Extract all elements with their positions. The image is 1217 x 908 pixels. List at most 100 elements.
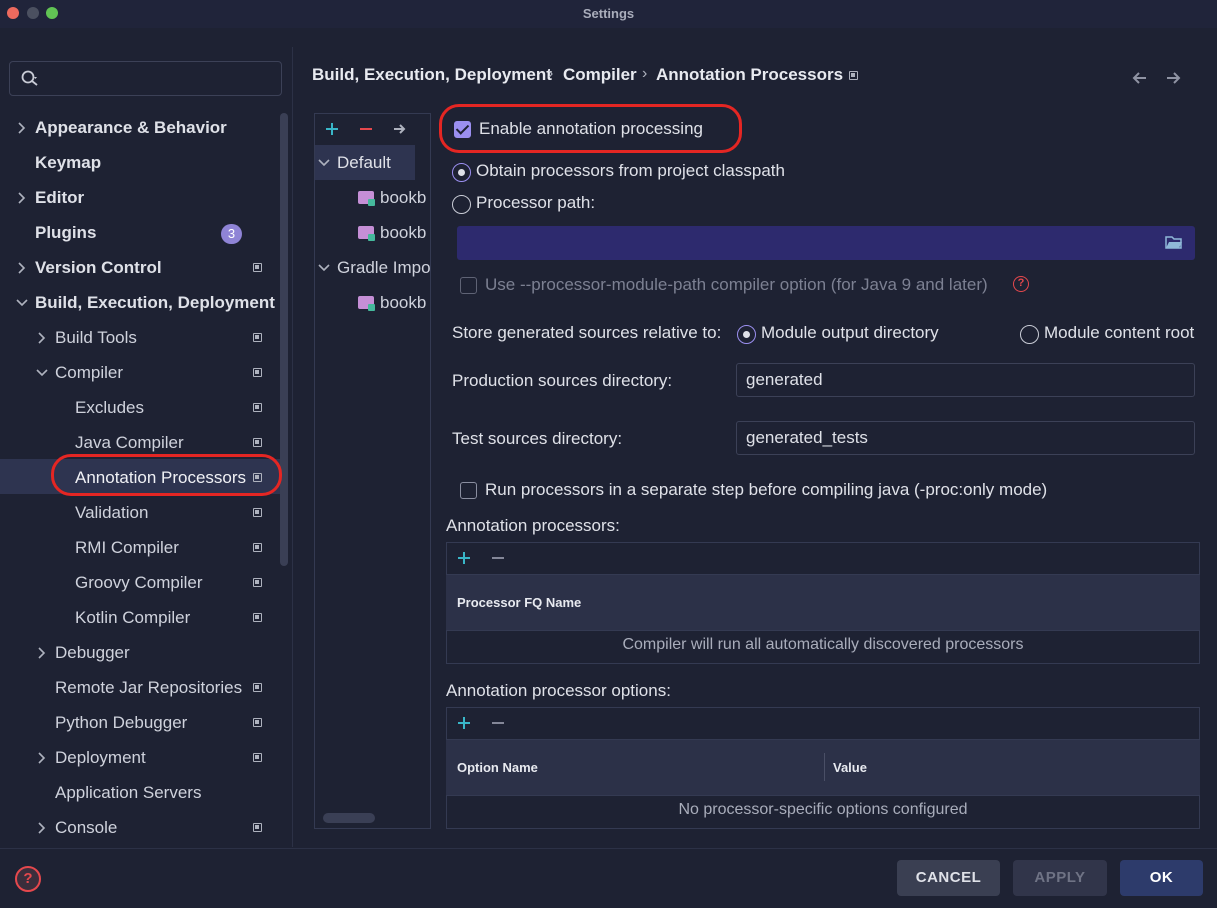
chevron-down-icon [318, 159, 330, 167]
remove-icon[interactable] [490, 550, 506, 566]
apply-button[interactable]: APPLY [1013, 860, 1107, 896]
sidebar-item-kotlin-compiler[interactable]: Kotlin Compiler [0, 600, 280, 635]
module-content-radio[interactable] [1020, 325, 1039, 344]
obtain-classpath-radio[interactable] [452, 163, 471, 182]
sidebar-item-console[interactable]: Console [0, 810, 280, 845]
page-title: Annotation Processors [656, 65, 844, 84]
processors-table-title: Annotation processors: [446, 516, 620, 535]
option-value-column[interactable]: Value [833, 760, 867, 775]
use-module-path-checkbox[interactable] [460, 277, 477, 294]
chevron-right-icon [38, 647, 46, 659]
module-tree-label: Gradle Impo [337, 258, 431, 277]
plugins-update-badge: 3 [221, 224, 242, 244]
search-input[interactable] [9, 61, 282, 96]
sidebar-item-build[interactable]: Build, Execution, Deployment [0, 285, 280, 320]
module-tree-label: bookb [380, 188, 427, 207]
module-tree-gradle[interactable]: Gradle Impo [314, 251, 431, 285]
sidebar-item-label: Debugger [55, 642, 130, 662]
module-folder-icon [358, 191, 375, 206]
add-icon[interactable] [324, 121, 340, 137]
module-tree-label: Default [337, 153, 391, 172]
sidebar-divider [292, 47, 293, 847]
module-folder-icon [358, 296, 375, 311]
forward-arrow-icon[interactable] [1165, 70, 1181, 86]
help-button[interactable]: ? [15, 866, 41, 892]
module-tree-item[interactable]: bookb [314, 216, 431, 250]
sidebar-item-label: Groovy Compiler [75, 572, 203, 592]
separate-step-checkbox[interactable] [460, 482, 477, 499]
sidebar-item-editor[interactable]: Editor [0, 180, 280, 215]
ok-button[interactable]: OK [1120, 860, 1203, 896]
chevron-right-icon [18, 122, 26, 134]
project-scope-icon [253, 438, 262, 447]
sidebar-item-debugger[interactable]: Debugger [0, 635, 280, 670]
sidebar-item-label: Appearance & Behavior [35, 117, 227, 137]
cancel-button[interactable]: CANCEL [897, 860, 1000, 896]
production-dir-label: Production sources directory: [452, 371, 673, 390]
use-module-path-label: Use --processor-module-path compiler opt… [485, 275, 988, 294]
sidebar-item-app-servers[interactable]: Application Servers [0, 775, 280, 810]
footer-divider [0, 848, 1217, 849]
sidebar-item-label: Console [55, 817, 118, 837]
sidebar-item-label: Plugins [35, 222, 97, 242]
folder-open-icon[interactable] [1165, 235, 1183, 250]
sidebar-item-compiler[interactable]: Compiler [0, 355, 280, 390]
sidebar-item-build-tools[interactable]: Build Tools [0, 320, 280, 355]
enable-annotation-label: Enable annotation processing [479, 119, 703, 138]
sidebar-item-keymap[interactable]: Keymap [0, 145, 280, 180]
remove-icon[interactable] [358, 121, 374, 137]
chevron-right-icon [18, 192, 26, 204]
sidebar-item-label: Application Servers [55, 782, 202, 802]
sidebar-item-excludes[interactable]: Excludes [0, 390, 280, 425]
module-tree-label: bookb [380, 223, 427, 242]
help-icon[interactable]: ? [1013, 276, 1029, 292]
module-tree-item[interactable]: bookb [314, 181, 431, 215]
add-icon[interactable] [456, 550, 472, 566]
chevron-down-icon [318, 264, 330, 272]
production-dir-input[interactable]: generated [736, 363, 1195, 397]
enable-annotation-checkbox[interactable] [454, 121, 471, 138]
add-icon[interactable] [456, 715, 472, 731]
processors-empty-text: Compiler will run all automatically disc… [622, 636, 1024, 653]
sidebar-item-version-control[interactable]: Version Control [0, 250, 280, 285]
separate-step-label: Run processors in a separate step before… [485, 480, 1048, 499]
module-output-radio[interactable] [737, 325, 756, 344]
project-scope-icon [253, 263, 262, 272]
module-output-label: Module output directory [761, 323, 939, 342]
sidebar-item-remote-jar[interactable]: Remote Jar Repositories [0, 670, 280, 705]
module-tree-scrollbar[interactable] [323, 813, 375, 823]
chevron-down-icon [16, 299, 28, 307]
sidebar-item-groovy-compiler[interactable]: Groovy Compiler [0, 565, 280, 600]
test-dir-input[interactable]: generated_tests [736, 421, 1195, 455]
options-table-header [446, 739, 1200, 796]
project-scope-icon [849, 71, 858, 80]
module-tree-default[interactable]: Default [314, 146, 431, 180]
sidebar-item-validation[interactable]: Validation [0, 495, 280, 530]
sidebar-item-appearance[interactable]: Appearance & Behavior [0, 110, 280, 145]
remove-icon[interactable] [490, 715, 506, 731]
sidebar-item-deployment[interactable]: Deployment [0, 740, 280, 775]
sidebar-scrollbar[interactable] [280, 113, 288, 566]
back-arrow-icon[interactable] [1132, 70, 1148, 86]
chevron-right-icon [38, 332, 46, 344]
module-tree-item[interactable]: bookb [314, 286, 431, 320]
breadcrumb-build[interactable]: Build, Execution, Deployment [312, 65, 552, 85]
sidebar-item-label: Version Control [35, 257, 162, 277]
sidebar-item-rmi-compiler[interactable]: RMI Compiler [0, 530, 280, 565]
processor-fq-name-column[interactable]: Processor FQ Name [457, 595, 581, 610]
breadcrumb-compiler[interactable]: Compiler [563, 65, 637, 85]
processor-path-input[interactable] [457, 226, 1195, 260]
sidebar-item-label: Excludes [75, 397, 144, 417]
sidebar-item-python-debugger[interactable]: Python Debugger [0, 705, 280, 740]
module-content-label: Module content root [1044, 323, 1195, 342]
sidebar-item-label: Compiler [55, 362, 124, 382]
project-scope-icon [253, 718, 262, 727]
test-dir-label: Test sources directory: [452, 429, 623, 448]
processor-path-radio[interactable] [452, 195, 471, 214]
option-name-column[interactable]: Option Name [457, 760, 538, 775]
project-scope-icon [253, 683, 262, 692]
options-empty-text: No processor-specific options configured [678, 801, 968, 818]
sidebar-item-label: Keymap [35, 152, 102, 172]
project-scope-icon [253, 368, 262, 377]
move-to-icon[interactable] [392, 121, 408, 137]
